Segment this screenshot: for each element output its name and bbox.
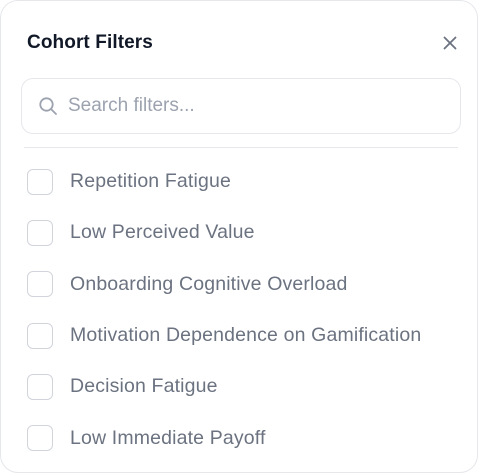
search-box[interactable] [21, 78, 461, 134]
filter-label: Repetition Fatigue [70, 170, 231, 193]
filter-checkbox[interactable] [27, 271, 53, 298]
divider [24, 147, 458, 148]
filter-label: Decision Fatigue [70, 375, 218, 398]
filter-checkbox[interactable] [27, 219, 53, 246]
filter-checkbox[interactable] [27, 425, 53, 452]
filter-list: Repetition Fatigue Low Perceived Value O… [27, 156, 467, 464]
filter-item-motivation-dependence[interactable]: Motivation Dependence on Gamification [27, 310, 467, 361]
filter-item-low-perceived-value[interactable]: Low Perceived Value [27, 207, 467, 258]
filter-item-repetition-fatigue[interactable]: Repetition Fatigue [27, 156, 467, 207]
filter-checkbox[interactable] [27, 373, 53, 400]
panel-title: Cohort Filters [27, 32, 153, 53]
search-input[interactable] [68, 95, 428, 117]
filter-label: Low Perceived Value [70, 221, 255, 244]
filter-label: Onboarding Cognitive Overload [70, 272, 348, 295]
filter-item-low-immediate-payoff[interactable]: Low Immediate Payoff [27, 412, 467, 463]
filter-item-decision-fatigue[interactable]: Decision Fatigue [27, 361, 467, 412]
filter-item-onboarding-cognitive-overload[interactable]: Onboarding Cognitive Overload [27, 259, 467, 310]
filter-checkbox[interactable] [27, 322, 53, 349]
filter-label: Motivation Dependence on Gamification [70, 324, 422, 347]
search-icon [38, 96, 58, 116]
cohort-filters-panel: Cohort Filters Repetition Fatigue Low Pe… [0, 0, 478, 473]
close-icon [443, 36, 457, 50]
panel-header: Cohort Filters [27, 29, 457, 57]
filter-checkbox[interactable] [27, 168, 53, 195]
close-button[interactable] [439, 32, 461, 54]
filter-label: Low Immediate Payoff [70, 426, 266, 449]
